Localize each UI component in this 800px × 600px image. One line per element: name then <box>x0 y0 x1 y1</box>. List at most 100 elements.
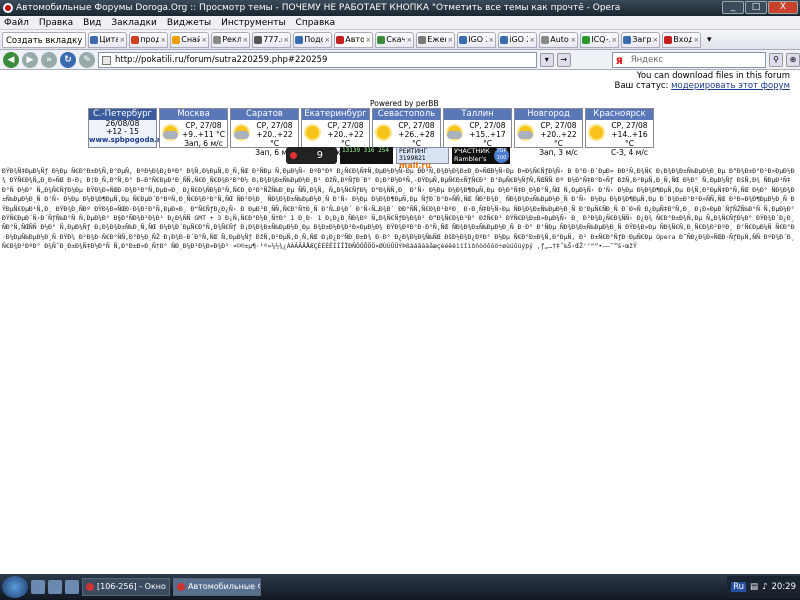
go-icon[interactable]: → <box>556 52 571 67</box>
fast-forward-icon[interactable]: » <box>41 51 57 68</box>
start-button[interactable] <box>2 576 28 598</box>
menu-widgets[interactable]: Виджеты <box>167 16 211 29</box>
tab-list-icon[interactable]: ▾ <box>703 35 715 45</box>
window-title: Автомобильные Форумы Doroga.Org :: Просм… <box>16 3 621 13</box>
search-icon[interactable]: ⚲ <box>769 52 783 67</box>
close-button[interactable]: X <box>768 1 798 14</box>
tab-label: Подс... <box>304 34 323 44</box>
tab-1[interactable]: прод...× <box>129 31 169 48</box>
weather-cell[interactable]: Москва СР, 27/08 +9..+11 °C Зап, 6 м/с <box>159 108 228 148</box>
menu-edit[interactable]: Правка <box>39 16 73 29</box>
tab-close-icon[interactable]: × <box>365 33 371 47</box>
reload-icon[interactable]: ↻ <box>60 51 76 68</box>
tab-close-icon[interactable]: × <box>488 33 494 47</box>
weather-cell[interactable]: Новгород Великий СР, 27/08 +20..+22 °C Зап,… <box>514 108 583 157</box>
tab-close-icon[interactable]: × <box>693 33 699 47</box>
address-toolbar: ◀ ▶ » ↻ ✎ http://pokatili.ru/forum/sutra… <box>0 50 800 70</box>
weather-cell[interactable]: ТаллинСР, 27/08+15..+17 °CЮж, 3 м/с <box>443 108 512 157</box>
dropdown-icon[interactable]: ▾ <box>539 52 554 67</box>
clock[interactable]: 20:29 <box>772 582 797 592</box>
menu-help[interactable]: Справка <box>296 16 336 29</box>
weather-temp: +26..+28 °C <box>398 130 435 148</box>
tab-close-icon[interactable]: × <box>652 33 658 47</box>
tab-close-icon[interactable]: × <box>201 33 207 47</box>
weather-cell[interactable]: ЕкатеринбургСР, 27/08+20..+22 °CЮж, 4 м/… <box>301 108 370 157</box>
weather-temp: +20..+22 °C <box>256 130 293 148</box>
tab-close-icon[interactable]: × <box>406 33 412 47</box>
weather-cell[interactable]: Саратов СР, 27/08 +20..+22 °C Зап, 6 м/с <box>230 108 299 157</box>
weather-date: СР, 27/08 <box>469 121 506 130</box>
cloud-icon <box>231 120 251 149</box>
menu-view[interactable]: Вид <box>83 16 101 29</box>
tab-close-icon[interactable]: × <box>242 33 248 47</box>
tab-close-icon[interactable]: × <box>570 33 576 47</box>
tab-close-icon[interactable]: × <box>283 33 289 47</box>
tab-14[interactable]: Вход...× <box>662 31 702 48</box>
sun-icon <box>302 120 322 149</box>
tab-5[interactable]: Подс...× <box>293 31 333 48</box>
address-field[interactable]: http://pokatili.ru/forum/sutra220259.php… <box>98 51 537 68</box>
window-controls: _ □ X <box>722 1 798 14</box>
tab-13[interactable]: Загру...× <box>621 31 661 48</box>
new-tab-button[interactable]: Создать вкладку <box>2 31 87 48</box>
tab-close-icon[interactable]: × <box>447 33 453 47</box>
tab-favicon-icon <box>377 35 386 44</box>
quicklaunch-opera-icon[interactable] <box>65 580 79 594</box>
tab-favicon-icon <box>623 35 632 44</box>
weather-date: СР, 27/08 <box>611 121 648 130</box>
mailru-rating-badge[interactable]: РЕЙТИНГ 3199821 mail.ru <box>396 147 449 170</box>
taskbar-task[interactable]: Автомобильные Фору... <box>173 578 261 596</box>
window-titlebar[interactable]: Автомобильные Форумы Doroga.Org :: Просм… <box>0 0 800 16</box>
tab-close-icon[interactable]: × <box>324 33 330 47</box>
tab-10[interactable]: iGO 2...× <box>498 31 538 48</box>
tab-close-icon[interactable]: × <box>119 33 125 47</box>
counter-value: 9 <box>316 150 323 161</box>
tab-label: Скача... <box>386 34 406 44</box>
forward-icon[interactable]: ▶ <box>22 51 38 68</box>
menu-bar: Файл Правка Вид Закладки Виджеты Инструм… <box>0 16 800 30</box>
network-icon[interactable]: ▤ <box>750 582 758 592</box>
maximize-button[interactable]: □ <box>745 1 767 14</box>
tab-2[interactable]: Снай...× <box>170 31 210 48</box>
tab-label: iGO 2... <box>509 34 528 44</box>
tab-favicon-icon <box>336 35 345 44</box>
task-app-icon <box>86 583 94 591</box>
tab-close-icon[interactable]: × <box>611 33 617 47</box>
language-indicator[interactable]: Ru <box>731 582 747 592</box>
taskbar-task[interactable]: [106-256] - Окно соо... <box>82 578 170 596</box>
menu-bookmarks[interactable]: Закладки <box>111 16 157 29</box>
weather-cell-spb[interactable]: С.-Петербург 26/08/08 +12 - 15 www.spbpo… <box>88 108 165 148</box>
address-url: http://pokatili.ru/forum/sutra220259.php… <box>115 54 328 65</box>
tab-12[interactable]: ICQ-...× <box>580 31 620 48</box>
search-field[interactable]: Я Яндекс <box>611 51 766 68</box>
weather-cell[interactable]: Красноярск СР, 27/08 +14..+16 °C С-З, 4 м/с <box>585 108 654 157</box>
volume-icon[interactable]: ♪ <box>762 582 767 592</box>
tab-4[interactable]: 777.ru...× <box>252 31 292 48</box>
weather-cell[interactable]: СевастопольСР, 27/08+26..+28 °CС-З, 4 м/… <box>372 108 441 157</box>
zoom-icon[interactable]: ⊕ <box>786 52 800 67</box>
tab-11[interactable]: Auto...× <box>539 31 579 48</box>
moderate-link[interactable]: модерировать этот форум <box>671 81 790 91</box>
minimize-button[interactable]: _ <box>722 1 744 14</box>
weather-temp: +9..+11 °C <box>181 130 226 139</box>
page-favicon-icon <box>102 55 111 65</box>
back-icon[interactable]: ◀ <box>3 51 19 68</box>
tab-7[interactable]: Скача...× <box>375 31 415 48</box>
quicklaunch-explorer-icon[interactable] <box>48 580 62 594</box>
menu-file[interactable]: Файл <box>4 16 29 29</box>
tab-close-icon[interactable]: × <box>160 33 166 47</box>
counter-badge[interactable]: 9 <box>286 147 337 164</box>
page-content: You can download files in this forum Ваш… <box>0 71 800 574</box>
tab-close-icon[interactable]: × <box>529 33 535 47</box>
tab-favicon-icon <box>541 35 550 44</box>
menu-tools[interactable]: Инструменты <box>221 16 285 29</box>
rambler-top100-badge[interactable]: УЧАСТНИК Rambler's TOP 100 <box>452 147 510 164</box>
tab-6[interactable]: Авто...× <box>334 31 374 48</box>
quicklaunch-desktop-icon[interactable] <box>31 580 45 594</box>
tab-0[interactable]: Цита...× <box>88 31 128 48</box>
tab-3[interactable]: Рекл...× <box>211 31 251 48</box>
tab-8[interactable]: Ежен...× <box>416 31 456 48</box>
edit-icon[interactable]: ✎ <box>79 51 95 68</box>
liveinternet-badge[interactable]: 13139 316 254 <box>340 147 393 164</box>
tab-9[interactable]: IGO 2...× <box>457 31 497 48</box>
